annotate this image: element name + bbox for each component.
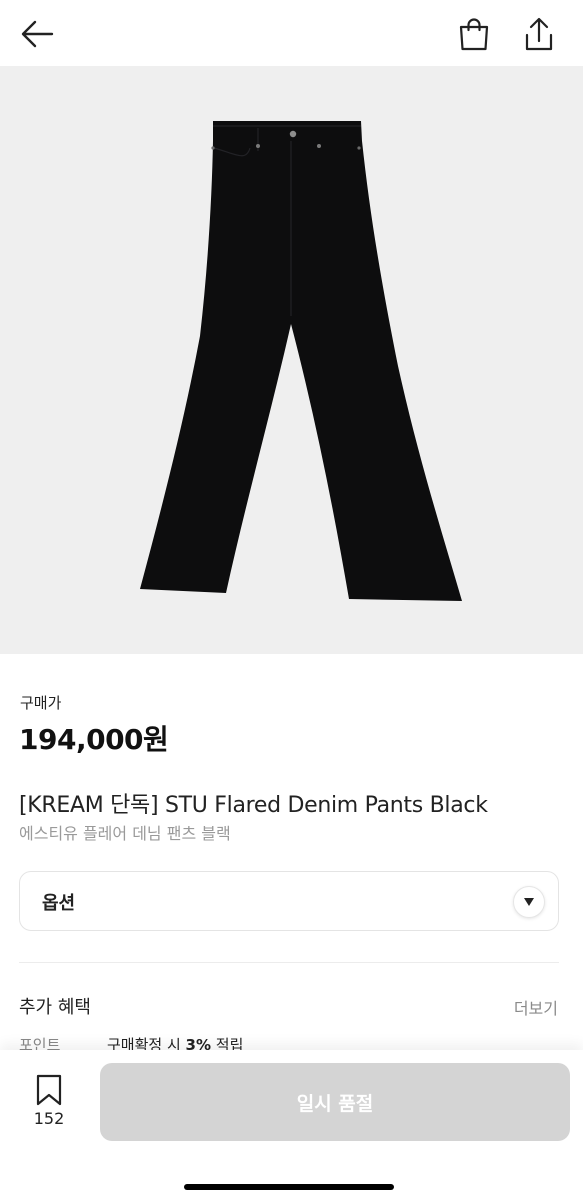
option-label: 옵션 [42,893,76,914]
top-navigation-bar [0,0,583,66]
dropdown-arrow-icon [513,886,545,918]
share-upload-icon [525,17,553,51]
product-image[interactable] [0,66,583,654]
bookmark-icon [36,1074,62,1106]
soldout-label: 일시 품절 [296,1092,374,1115]
shopping-bag-icon [459,18,489,51]
price-label: 구매가 [20,694,62,712]
benefits-title: 추가 혜택 [19,997,91,1018]
share-button[interactable] [517,12,561,56]
section-divider [19,962,559,963]
bookmark-count: 152 [33,1109,65,1128]
home-indicator [184,1184,394,1190]
bookmark-button[interactable]: 152 [24,1072,74,1132]
option-select[interactable]: 옵션 [19,871,559,931]
back-button[interactable] [14,14,60,54]
product-subtitle: 에스티유 플레어 데님 팬츠 블랙 [19,824,231,843]
black-flared-pants [140,121,462,601]
benefits-more-link[interactable]: 더보기 [514,995,558,1019]
shopping-bag-button[interactable] [452,12,496,56]
price-value: 194,000원 [19,723,169,756]
soldout-button[interactable]: 일시 품절 [100,1063,570,1141]
arrow-left-icon [21,20,54,48]
product-title: [KREAM 단독] STU Flared Denim Pants Black [19,793,488,818]
bottom-action-bar: 152 일시 품절 [0,1050,583,1200]
